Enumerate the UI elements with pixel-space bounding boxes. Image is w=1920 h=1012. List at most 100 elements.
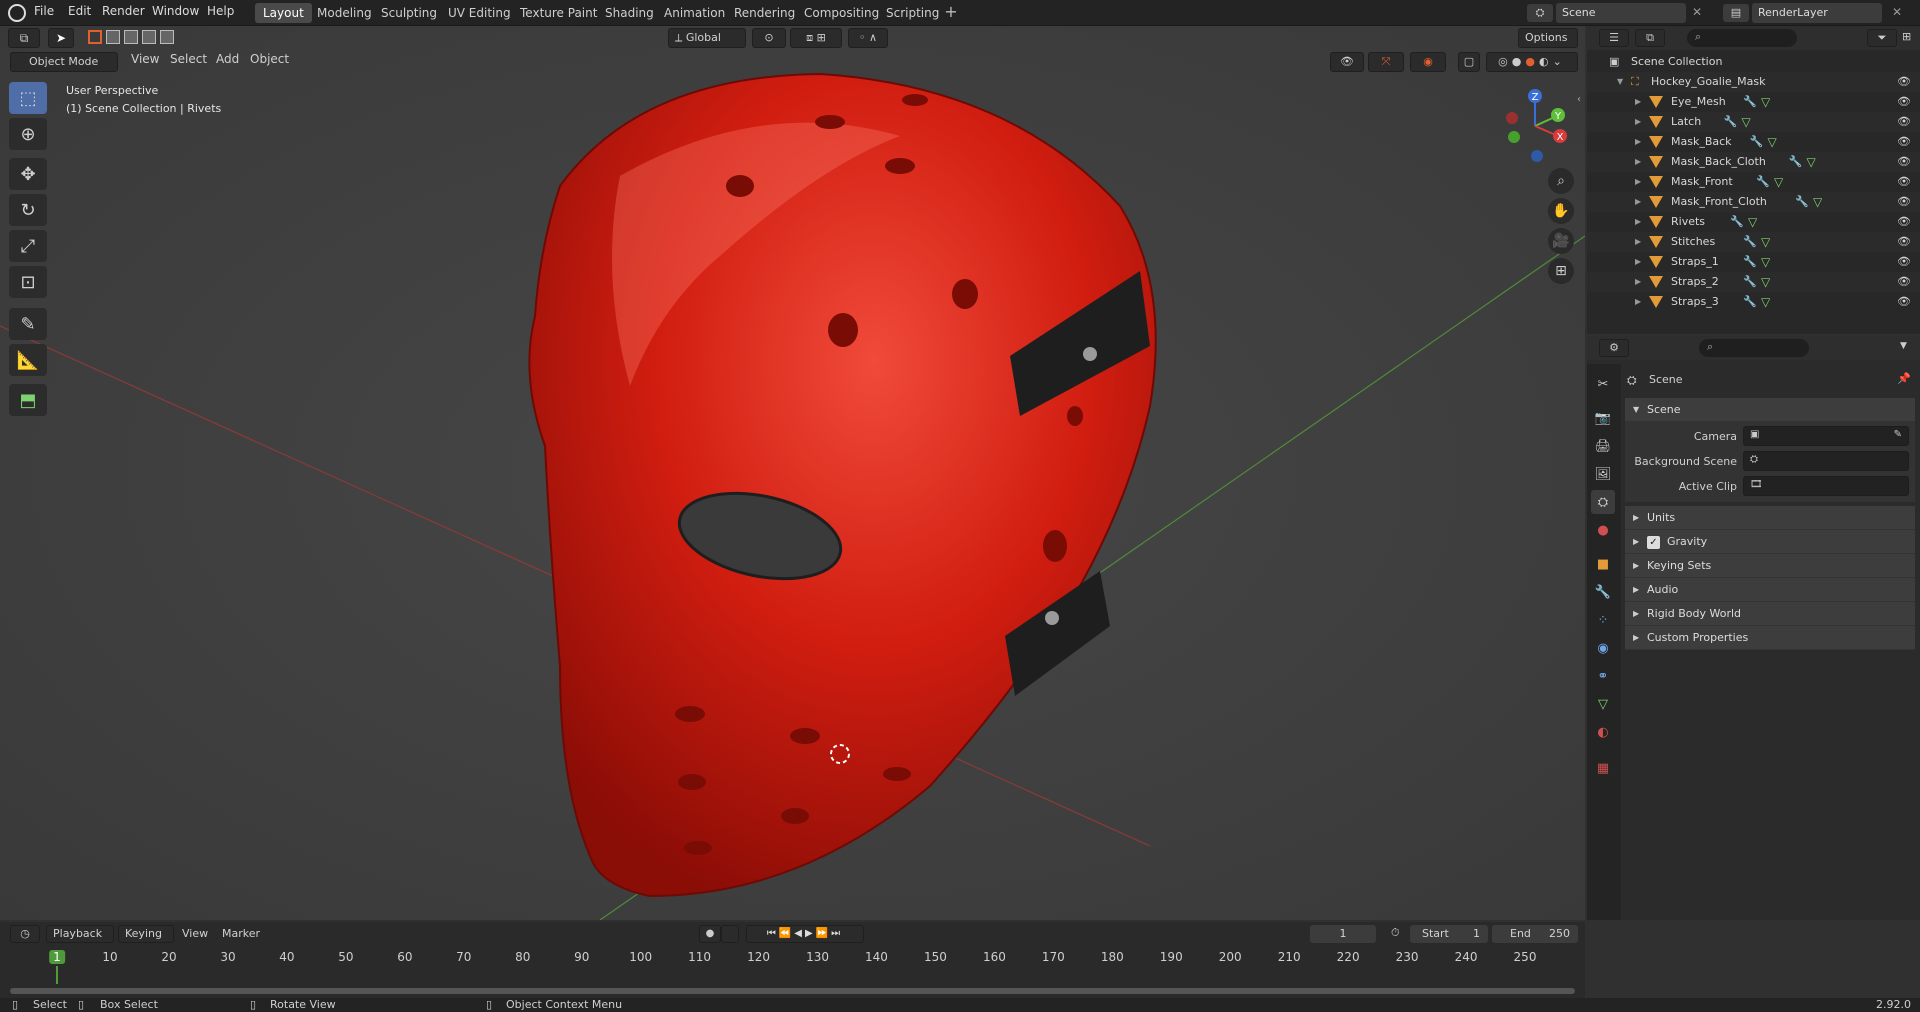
tab-modeling[interactable]: Modeling xyxy=(309,3,380,23)
physics-tab-icon[interactable]: ◉ xyxy=(1591,636,1615,660)
modifier-tab-icon[interactable]: 🔧 xyxy=(1591,580,1615,604)
eye-icon[interactable]: 👁 xyxy=(1897,132,1911,152)
view-layer-field[interactable]: RenderLayer xyxy=(1752,3,1882,23)
object-mode-dropdown[interactable]: Object Mode xyxy=(10,52,118,72)
active-clip-field[interactable]: 🎞 xyxy=(1743,476,1909,496)
current-frame-field[interactable]: 1 xyxy=(1310,925,1376,943)
close-icon[interactable]: ✕ xyxy=(1892,5,1902,19)
filter-dropdown[interactable]: ⏷ xyxy=(1867,29,1897,47)
outliner-object-row[interactable]: ▶ Straps_2 🔧 ▽ 👁 xyxy=(1587,272,1920,292)
keying-sets-section[interactable]: ▶ Keying Sets xyxy=(1625,554,1915,578)
xray-toggle[interactable]: ▢ xyxy=(1458,52,1480,72)
3d-viewport[interactable]: Z Y X ⧉ ➤ ⟂ Global ⊙ ⧈ ⊞ ◦ ∧ Options Obj… xyxy=(0,26,1585,920)
outliner-object-row[interactable]: ▶ Straps_3 🔧 ▽ 👁 xyxy=(1587,292,1920,312)
menu-object[interactable]: Object xyxy=(250,52,289,66)
snap-toggle[interactable]: ⧈ ⊞ xyxy=(790,28,842,48)
menu-edit[interactable]: Edit xyxy=(68,4,91,18)
outliner-object-row[interactable]: ▶ Straps_1 🔧 ▽ 👁 xyxy=(1587,252,1920,272)
ortho-grid-icon[interactable]: ⊞ xyxy=(1548,258,1574,284)
record-button[interactable]: ● xyxy=(699,925,721,943)
menu-view[interactable]: View xyxy=(131,52,159,66)
chevron-down-icon[interactable]: ▼ xyxy=(1617,72,1623,92)
select-tool-button[interactable]: ➤ xyxy=(48,28,74,48)
gravity-section[interactable]: ▶ ✓ Gravity xyxy=(1625,530,1915,554)
scene-name-field[interactable]: Scene xyxy=(1556,3,1686,23)
pivot-dropdown[interactable]: ⊙ xyxy=(752,28,786,48)
outliner-object-row[interactable]: ▶ Rivets 🔧 ▽ 👁 xyxy=(1587,212,1920,232)
keying-dropdown[interactable]: Keying xyxy=(118,925,174,943)
scene-tab-icon[interactable]: ⛭ xyxy=(1591,490,1615,514)
clock-icon[interactable]: ⏱ xyxy=(1391,926,1400,940)
chevron-right-icon[interactable]: ▶ xyxy=(1635,192,1641,212)
menu-render[interactable]: Render xyxy=(102,4,145,18)
cursor-tool[interactable]: ⊕ xyxy=(9,118,47,150)
chevron-right-icon[interactable]: ▶ xyxy=(1635,92,1641,112)
gizmo-neg-x[interactable] xyxy=(1506,112,1518,124)
view-layer-tab-icon[interactable]: 🖼 xyxy=(1591,462,1615,486)
menu-add[interactable]: Add xyxy=(216,52,239,66)
output-tab-icon[interactable]: 🖨 xyxy=(1591,434,1615,458)
close-icon[interactable]: ✕ xyxy=(1692,5,1702,19)
end-frame-field[interactable]: End 250 xyxy=(1492,925,1578,943)
shading-mode-buttons[interactable]: ◎●●◐⌄ xyxy=(1486,52,1578,72)
new-collection-icon[interactable]: ⊞ xyxy=(1902,30,1911,43)
chevron-down-icon[interactable]: ▼ xyxy=(1900,341,1907,351)
render-tab-icon[interactable]: 📷 xyxy=(1591,406,1615,430)
outliner-search-input[interactable]: ⌕ xyxy=(1687,29,1797,47)
visibility-dropdown[interactable]: 👁 xyxy=(1330,52,1364,72)
options-dropdown[interactable]: Options xyxy=(1518,28,1578,48)
timeline-menu-marker[interactable]: Marker xyxy=(222,927,260,940)
scene-section-header[interactable]: ▼ Scene xyxy=(1625,398,1915,422)
menu-window[interactable]: Window xyxy=(152,4,199,18)
rigid-body-world-section[interactable]: ▶ Rigid Body World xyxy=(1625,602,1915,626)
timeline-ruler[interactable]: 1 10 20 30 40 50 60 70 80 90 100 110 120 130 140 150 160… xyxy=(0,946,1585,994)
units-section[interactable]: ▶ Units xyxy=(1625,506,1915,530)
object-tab-icon[interactable]: ■ xyxy=(1591,552,1615,576)
pan-hand-icon[interactable]: ✋ xyxy=(1548,198,1574,224)
eye-icon[interactable]: 👁 xyxy=(1897,92,1911,112)
zoom-icon[interactable]: ⌕ xyxy=(1548,168,1574,194)
outliner-object-row[interactable]: ▶ Stitches 🔧 ▽ 👁 xyxy=(1587,232,1920,252)
chevron-right-icon[interactable]: ▶ xyxy=(1635,252,1641,272)
background-scene-field[interactable]: ⛭ xyxy=(1743,451,1909,471)
eye-icon[interactable]: 👁 xyxy=(1897,152,1911,172)
chevron-right-icon[interactable]: ▶ xyxy=(1635,272,1641,292)
camera-field[interactable]: ▣ ✎ xyxy=(1743,426,1909,446)
add-cube-tool[interactable]: ⬒ xyxy=(9,384,47,416)
texture-tab-icon[interactable]: ▦ xyxy=(1591,756,1615,780)
add-workspace-button[interactable]: + xyxy=(941,3,961,23)
tab-rendering[interactable]: Rendering xyxy=(726,3,803,23)
custom-properties-section[interactable]: ▶ Custom Properties xyxy=(1625,626,1915,650)
eye-icon[interactable]: 👁 xyxy=(1897,252,1911,272)
timeline-scrollbar[interactable] xyxy=(10,988,1575,994)
eye-icon[interactable]: 👁 xyxy=(1897,212,1911,232)
annotate-tool[interactable]: ✎ xyxy=(9,308,47,340)
chevron-right-icon[interactable]: ▶ xyxy=(1635,212,1641,232)
tab-animation[interactable]: Animation xyxy=(656,3,733,23)
outliner-object-row[interactable]: ▶ Mask_Front 🔧 ▽ 👁 xyxy=(1587,172,1920,192)
eye-icon[interactable]: 👁 xyxy=(1897,172,1911,192)
eye-icon[interactable]: 👁 xyxy=(1897,292,1911,312)
gizmo-toggle[interactable]: ⤧ xyxy=(1368,52,1404,72)
timeline-editor-type[interactable]: ◷ xyxy=(10,925,40,943)
tab-texture-paint[interactable]: Texture Paint xyxy=(512,3,605,23)
outliner-object-row[interactable]: ▶ Eye_Mesh 🔧 ▽ 👁 xyxy=(1587,92,1920,112)
timeline-menu-view[interactable]: View xyxy=(182,927,208,940)
eye-icon[interactable]: 👁 xyxy=(1897,112,1911,132)
select-box-tool[interactable]: ⬚ xyxy=(9,82,47,114)
material-tab-icon[interactable]: ◐ xyxy=(1591,720,1615,744)
outliner-object-row[interactable]: ▶ Mask_Back 🔧 ▽ 👁 xyxy=(1587,132,1920,152)
eyedropper-icon[interactable]: ✎ xyxy=(1894,429,1902,440)
proportional-edit-toggle[interactable]: ◦ ∧ xyxy=(848,28,888,48)
playback-dropdown[interactable]: Playback xyxy=(46,925,114,943)
tab-layout[interactable]: Layout xyxy=(255,3,312,23)
particles-tab-icon[interactable]: ⁘ xyxy=(1591,608,1615,632)
chevron-right-icon[interactable]: ▶ xyxy=(1635,152,1641,172)
keyframe-toggle[interactable] xyxy=(721,925,739,943)
chevron-right-icon[interactable]: ▶ xyxy=(1635,172,1641,192)
measure-tool[interactable]: 📐 xyxy=(9,344,47,376)
tab-compositing[interactable]: Compositing xyxy=(796,3,887,23)
editor-type-button[interactable]: ⧉ xyxy=(8,28,40,48)
outliner-collection[interactable]: ▼ ⛶ Hockey_Goalie_Mask 👁 xyxy=(1587,72,1920,92)
transform-tool[interactable]: ⊡ xyxy=(9,266,47,298)
